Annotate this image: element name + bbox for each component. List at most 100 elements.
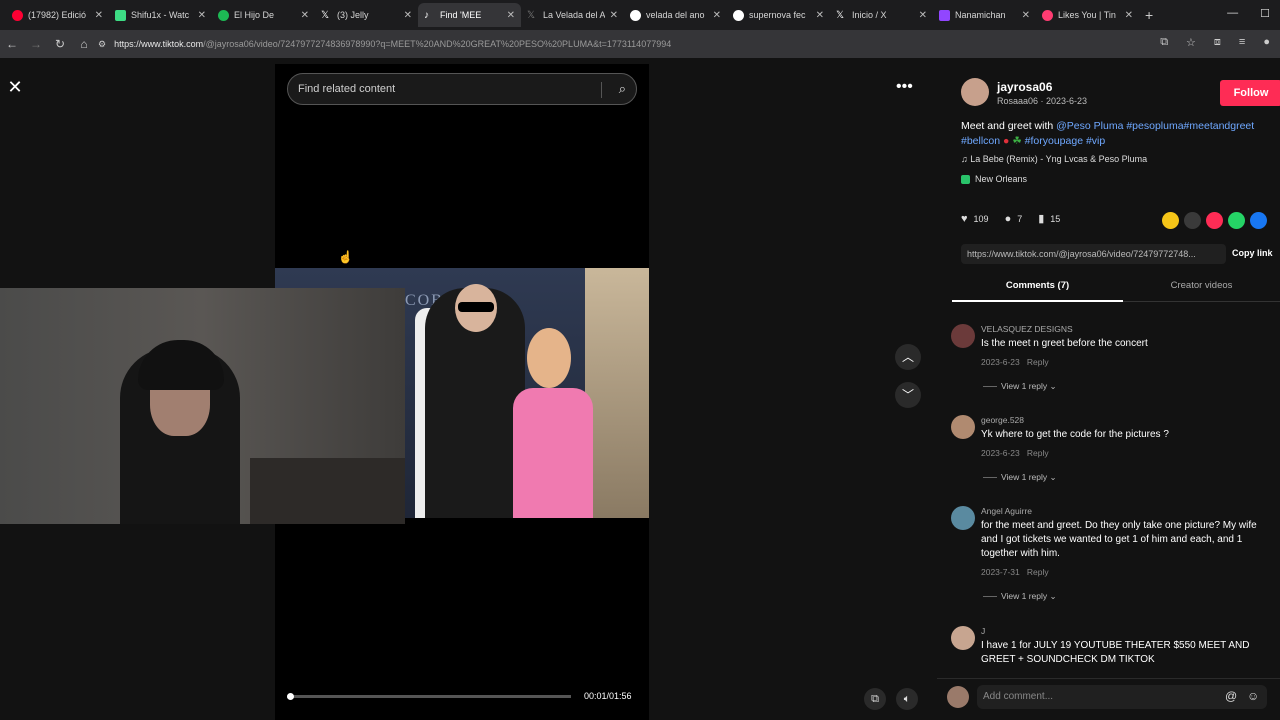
search-icon[interactable]: ⌕: [619, 81, 626, 97]
commenter-name[interactable]: VELASQUEZ DESIGNS: [981, 324, 1073, 334]
reply-button[interactable]: Reply: [1027, 567, 1049, 577]
red-heart-icon: ●: [1003, 135, 1010, 147]
window-controls: — ☐: [1227, 7, 1270, 20]
close-tab-icon[interactable]: ✕: [301, 10, 309, 21]
tiktok-video-page: ✕ Find related content ⌕ COBE ☝ ••• ︿ ﹀ …: [0, 58, 1280, 720]
close-tab-icon[interactable]: ✕: [95, 10, 103, 21]
minimize-icon[interactable]: —: [1227, 7, 1238, 20]
whatsapp-icon[interactable]: [1228, 212, 1245, 229]
search-input[interactable]: Find related content ⌕: [287, 73, 637, 105]
browser-tab[interactable]: Nanamichan ✕: [933, 3, 1036, 27]
browser-tab[interactable]: Likes You | Tin ✕: [1036, 3, 1139, 27]
hashtag-link[interactable]: #pesopluma#meetandgreet: [1126, 120, 1254, 132]
view-replies-button[interactable]: View 1 reply ⌄: [1001, 381, 1057, 392]
cast-icon[interactable]: ≡: [1239, 36, 1245, 49]
tab-title: (17982) Edició: [28, 10, 87, 20]
volume-button[interactable]: 🔈︎: [896, 688, 918, 710]
close-tab-icon[interactable]: ✕: [1022, 10, 1030, 21]
commenter-name[interactable]: Angel Aguirre: [981, 506, 1032, 516]
reply-line: [983, 477, 997, 478]
browser-tab[interactable]: El Hijo De ✕: [212, 3, 315, 27]
embed-icon[interactable]: [1184, 212, 1201, 229]
more-options-icon[interactable]: •••: [896, 78, 913, 96]
progress-handle[interactable]: [286, 693, 294, 700]
video-progress-bar[interactable]: [286, 693, 571, 700]
emoji-icon[interactable]: ☺: [1247, 689, 1259, 703]
browser-tab[interactable]: 𝕏 (3) Jelly ✕: [315, 3, 418, 27]
add-comment-input[interactable]: Add comment...: [977, 685, 1267, 709]
post-description: Meet and greet with @Peso Pluma #pesoplu…: [961, 119, 1280, 149]
new-tab-icon[interactable]: +: [1145, 7, 1153, 23]
forward-icon[interactable]: →: [24, 37, 48, 51]
reload-icon[interactable]: ↻: [48, 37, 72, 51]
mention-link[interactable]: @Peso Pluma: [1056, 120, 1123, 132]
comment-text: I have 1 for JULY 19 YOUTUBE THEATER $55…: [981, 640, 1250, 665]
browser-tab[interactable]: 𝕏 Inicio / X ✕: [830, 3, 933, 27]
music-link[interactable]: ♫ La Bebe (Remix) - Yng Lvcas & Peso Plu…: [961, 154, 1147, 164]
close-tab-icon[interactable]: ✕: [713, 10, 721, 21]
current-user-avatar: [947, 686, 969, 708]
close-tab-icon[interactable]: ✕: [816, 10, 824, 21]
desc-text: Meet and greet with: [961, 120, 1054, 132]
commenter-avatar[interactable]: [951, 415, 975, 439]
twitch-icon: [939, 9, 950, 21]
author-username[interactable]: jayrosa06: [997, 80, 1052, 94]
comment-button[interactable]: ● 7: [1005, 213, 1023, 225]
address-bar-actions: ⧉ ☆ ⧈ ≡ ●: [1160, 36, 1270, 49]
profile-icon[interactable]: ●: [1263, 36, 1270, 49]
install-app-icon[interactable]: ⧉: [1160, 36, 1168, 49]
close-tab-icon[interactable]: ✕: [507, 10, 515, 21]
tab-comments[interactable]: Comments (7): [952, 276, 1123, 302]
browser-tab-active[interactable]: ♪ Find 'MEE ✕: [418, 3, 521, 27]
browser-tab[interactable]: velada del ano ✕: [624, 3, 727, 27]
maximize-icon[interactable]: ☐: [1260, 7, 1270, 20]
copy-link-button[interactable]: Copy link: [1232, 248, 1273, 258]
bookmark-star-icon[interactable]: ☆: [1186, 36, 1196, 49]
close-tab-icon[interactable]: ✕: [919, 10, 927, 21]
webcam-desk: [250, 458, 405, 524]
close-tab-icon[interactable]: ✕: [404, 10, 412, 21]
video-link-field[interactable]: https://www.tiktok.com/@jayrosa06/video/…: [961, 244, 1226, 264]
view-replies-button[interactable]: View 1 reply ⌄: [1001, 472, 1057, 483]
url-field[interactable]: ⚙ https://www.tiktok.com/@jayrosa06/vide…: [98, 34, 1198, 54]
pip-button[interactable]: ⧉: [864, 688, 886, 710]
previous-video-button[interactable]: ︿: [895, 344, 921, 370]
home-icon[interactable]: ⌂: [72, 37, 96, 51]
like-button[interactable]: ♥ 109: [961, 213, 989, 225]
close-icon[interactable]: ✕: [4, 76, 26, 98]
mention-icon[interactable]: @: [1225, 689, 1237, 703]
browser-tab[interactable]: supernova fec ✕: [727, 3, 830, 27]
site-info-icon[interactable]: ⚙: [98, 39, 106, 50]
commenter-avatar[interactable]: [951, 626, 975, 650]
back-icon[interactable]: ←: [0, 37, 24, 51]
embed-coin-icon[interactable]: [1162, 212, 1179, 229]
browser-tab[interactable]: (17982) Edició ✕: [6, 3, 109, 27]
facebook-icon[interactable]: [1250, 212, 1267, 229]
send-to-friends-icon[interactable]: [1206, 212, 1223, 229]
close-tab-icon[interactable]: ✕: [1125, 10, 1133, 21]
commenter-name[interactable]: J: [981, 626, 985, 636]
reply-button[interactable]: Reply: [1027, 357, 1049, 367]
reply-button[interactable]: Reply: [1027, 448, 1049, 458]
save-button[interactable]: ▮ 15: [1038, 212, 1060, 225]
hashtag-link[interactable]: #bellcon: [961, 135, 1000, 147]
tab-creator-videos[interactable]: Creator videos: [1123, 276, 1280, 296]
commenter-avatar[interactable]: [951, 506, 975, 530]
follow-button[interactable]: Follow: [1220, 80, 1280, 106]
x-icon: 𝕏: [321, 9, 330, 21]
commenter-name[interactable]: george.528: [981, 415, 1024, 425]
commenter-avatar[interactable]: [951, 324, 975, 348]
close-tab-icon[interactable]: ✕: [610, 10, 618, 21]
browser-tab[interactable]: Shifu1x - Watc ✕: [109, 3, 212, 27]
tab-title: (3) Jelly: [337, 10, 369, 20]
hashtag-link[interactable]: #foryoupage #vip: [1025, 135, 1106, 147]
bookmark-icon: ▮: [1038, 213, 1045, 225]
next-video-button[interactable]: ﹀: [895, 382, 921, 408]
author-avatar[interactable]: [961, 78, 989, 106]
browser-tab[interactable]: 𝕏 La Velada del A ✕: [521, 3, 624, 27]
photo-person-right-head: [527, 328, 571, 388]
close-tab-icon[interactable]: ✕: [198, 10, 206, 21]
extensions-icon[interactable]: ⧈: [1214, 36, 1221, 49]
view-replies-button[interactable]: View 1 reply ⌄: [1001, 591, 1057, 602]
location-link[interactable]: New Orleans: [961, 174, 1027, 184]
